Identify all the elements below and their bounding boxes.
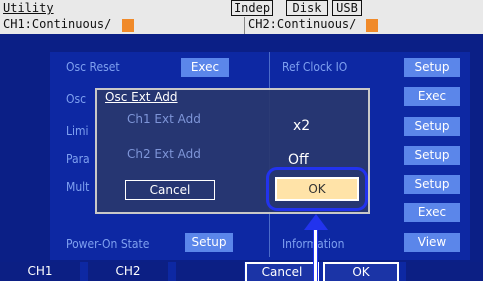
pointer-arrow-shaft (313, 228, 318, 281)
power-on-setup-button[interactable]: Setup (185, 233, 233, 252)
arrow-up-icon (304, 214, 328, 230)
softkey-ok[interactable]: OK (323, 262, 399, 281)
dialog-cancel-button[interactable]: Cancel (125, 180, 215, 200)
right-exec-button-2[interactable]: Exec (404, 203, 460, 222)
osc-label: Osc (66, 92, 87, 106)
mode-indicator: Indep (231, 0, 273, 16)
parameter-label: Para (66, 152, 90, 166)
right-exec-button[interactable]: Exec (404, 87, 460, 106)
osc-reset-exec-button[interactable]: Exec (181, 58, 229, 77)
status-bar: Utility Indep Disk USB CH1:Continuous/ C… (0, 0, 483, 34)
utility-screen: Utility Indep Disk USB CH1:Continuous/ C… (0, 0, 483, 281)
ch2-ext-add-label: Ch2 Ext Add (127, 147, 201, 161)
ch2-ext-add-value[interactable]: Off (288, 152, 309, 168)
status-divider (244, 17, 245, 34)
osc-reset-label: Osc Reset (66, 60, 120, 74)
softkey-blank-2[interactable] (406, 262, 483, 281)
usb-indicator: USB (332, 0, 362, 16)
ch1-output-indicator (122, 19, 134, 32)
right-setup-button-3[interactable]: Setup (404, 175, 460, 194)
ref-clock-setup-button[interactable]: Setup (404, 58, 460, 77)
screen-title: Utility (3, 1, 54, 15)
softkey-ch2[interactable]: CH2 (88, 262, 168, 281)
disk-indicator: Disk (286, 0, 328, 16)
dialog-title: Osc Ext Add (105, 90, 178, 104)
ch2-output-indicator (366, 19, 378, 32)
ch1-ext-add-label: Ch1 Ext Add (127, 112, 201, 126)
limit-label: Limi (66, 124, 89, 138)
softkey-ch1[interactable]: CH1 (0, 262, 80, 281)
softkey-cancel[interactable]: Cancel (245, 262, 319, 281)
ch1-ext-add-value[interactable]: x2 (293, 118, 310, 134)
ch1-status: CH1:Continuous/ (3, 17, 112, 31)
right-setup-button-2[interactable]: Setup (404, 146, 460, 165)
information-view-button[interactable]: View (404, 233, 460, 252)
multi-label: Mult (66, 180, 90, 194)
ch2-status: CH2:Continuous/ (248, 17, 357, 31)
right-setup-button-1[interactable]: Setup (404, 117, 460, 136)
power-on-state-label: Power-On State (66, 237, 150, 251)
ref-clock-io-label: Ref Clock IO (282, 60, 348, 74)
softkey-blank-1[interactable] (176, 262, 244, 281)
dialog-ok-button[interactable]: OK (275, 177, 359, 201)
